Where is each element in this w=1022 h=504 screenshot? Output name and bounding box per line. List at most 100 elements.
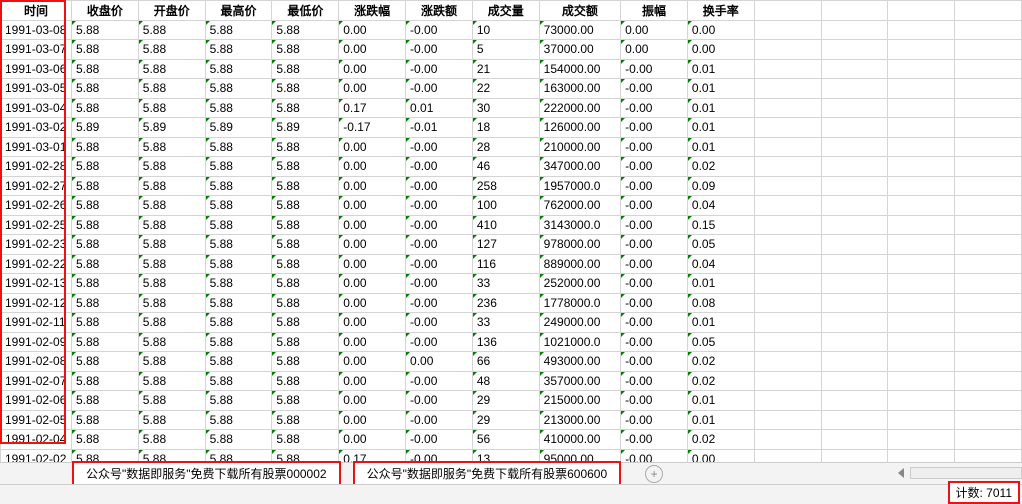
cell-empty[interactable] [888, 293, 955, 313]
cell-empty[interactable] [955, 235, 1022, 255]
cell[interactable]: -0.00 [621, 254, 688, 274]
cell[interactable]: -0.00 [621, 215, 688, 235]
cell-empty[interactable] [888, 313, 955, 333]
cell-empty[interactable] [888, 332, 955, 352]
cell[interactable]: 1991-03-01 [1, 137, 72, 157]
col-header[interactable]: 成交额 [539, 1, 620, 21]
cell[interactable]: 5.88 [71, 391, 138, 411]
cell[interactable]: 1991-02-06 [1, 391, 72, 411]
cell[interactable]: 0.00 [339, 79, 406, 99]
cell[interactable]: 258 [472, 176, 539, 196]
cell[interactable]: 0.00 [339, 196, 406, 216]
cell-empty[interactable] [754, 157, 821, 177]
cell-empty[interactable] [888, 254, 955, 274]
cell[interactable]: 1778000.0 [539, 293, 620, 313]
cell[interactable]: 0.01 [687, 59, 754, 79]
cell[interactable]: 1991-02-25 [1, 215, 72, 235]
cell[interactable]: -0.00 [406, 391, 473, 411]
cell[interactable]: -0.00 [621, 157, 688, 177]
cell[interactable]: 5.88 [205, 313, 272, 333]
cell-empty[interactable] [754, 176, 821, 196]
cell[interactable]: 0.00 [339, 410, 406, 430]
cell[interactable]: -0.00 [406, 59, 473, 79]
cell-empty[interactable] [821, 430, 888, 450]
cell[interactable]: 3143000.0 [539, 215, 620, 235]
cell[interactable]: 5.88 [272, 235, 339, 255]
cell[interactable]: 1991-02-04 [1, 430, 72, 450]
cell[interactable]: 29 [472, 391, 539, 411]
cell-empty[interactable] [888, 371, 955, 391]
cell[interactable]: 1991-02-05 [1, 410, 72, 430]
cell[interactable]: 5.88 [272, 274, 339, 294]
cell-empty[interactable] [955, 59, 1022, 79]
cell-empty[interactable] [955, 98, 1022, 118]
cell[interactable]: 1991-03-08 [1, 20, 72, 40]
cell[interactable]: 0.00 [406, 352, 473, 372]
cell[interactable]: -0.00 [621, 196, 688, 216]
cell[interactable]: -0.00 [621, 371, 688, 391]
cell[interactable]: 410 [472, 215, 539, 235]
cell[interactable]: 0.08 [687, 293, 754, 313]
cell[interactable]: -0.00 [621, 449, 688, 462]
cell[interactable]: -0.00 [621, 176, 688, 196]
cell[interactable]: 5.88 [205, 40, 272, 60]
cell[interactable]: 1991-02-28 [1, 157, 72, 177]
cell[interactable]: 0.02 [687, 157, 754, 177]
cell[interactable]: 126000.00 [539, 118, 620, 138]
cell-empty[interactable] [754, 313, 821, 333]
cell[interactable]: -0.00 [621, 79, 688, 99]
cell-empty[interactable] [955, 196, 1022, 216]
cell-empty[interactable] [955, 254, 1022, 274]
cell[interactable]: 1991-03-07 [1, 40, 72, 60]
cell[interactable]: 0.01 [687, 391, 754, 411]
cell[interactable]: 222000.00 [539, 98, 620, 118]
cell[interactable]: 252000.00 [539, 274, 620, 294]
cell[interactable]: 37000.00 [539, 40, 620, 60]
cell[interactable]: 5.88 [71, 98, 138, 118]
cell-empty[interactable] [955, 332, 1022, 352]
cell-empty[interactable] [955, 215, 1022, 235]
cell[interactable]: 28 [472, 137, 539, 157]
cell[interactable]: 116 [472, 254, 539, 274]
cell[interactable]: 0.00 [339, 215, 406, 235]
cell[interactable]: 1991-02-27 [1, 176, 72, 196]
cell[interactable]: 73000.00 [539, 20, 620, 40]
cell[interactable]: 249000.00 [539, 313, 620, 333]
cell[interactable]: -0.00 [621, 59, 688, 79]
cell[interactable]: -0.17 [339, 118, 406, 138]
cell[interactable]: 410000.00 [539, 430, 620, 450]
cell[interactable]: 5.88 [205, 157, 272, 177]
cell[interactable]: 0.01 [687, 274, 754, 294]
cell[interactable]: 0.04 [687, 254, 754, 274]
cell[interactable]: 5.88 [272, 352, 339, 372]
cell[interactable]: 236 [472, 293, 539, 313]
cell[interactable]: 5.88 [205, 332, 272, 352]
cell[interactable]: 1991-02-12 [1, 293, 72, 313]
cell[interactable]: 1991-03-02 [1, 118, 72, 138]
cell[interactable]: 5.88 [205, 352, 272, 372]
cell[interactable]: -0.00 [621, 352, 688, 372]
cell[interactable]: 0.02 [687, 430, 754, 450]
cell[interactable]: 5.88 [205, 391, 272, 411]
cell-empty[interactable] [821, 293, 888, 313]
cell[interactable]: -0.00 [621, 430, 688, 450]
cell[interactable]: 0.15 [687, 215, 754, 235]
cell-empty[interactable] [955, 274, 1022, 294]
scroll-track[interactable] [910, 467, 1022, 479]
cell[interactable]: -0.00 [621, 293, 688, 313]
cell[interactable]: 5.88 [71, 235, 138, 255]
cell-empty[interactable] [821, 157, 888, 177]
cell[interactable]: 0.00 [339, 332, 406, 352]
cell[interactable]: 136 [472, 332, 539, 352]
cell-empty[interactable] [754, 215, 821, 235]
cell[interactable]: 0.01 [687, 118, 754, 138]
cell[interactable]: -0.00 [406, 371, 473, 391]
col-header[interactable]: 最低价 [272, 1, 339, 21]
cell-empty[interactable] [888, 98, 955, 118]
cell-empty[interactable] [888, 430, 955, 450]
cell[interactable]: 1991-02-13 [1, 274, 72, 294]
cell-empty[interactable] [955, 40, 1022, 60]
cell-empty[interactable] [955, 371, 1022, 391]
cell-empty[interactable] [754, 59, 821, 79]
cell[interactable]: 21 [472, 59, 539, 79]
